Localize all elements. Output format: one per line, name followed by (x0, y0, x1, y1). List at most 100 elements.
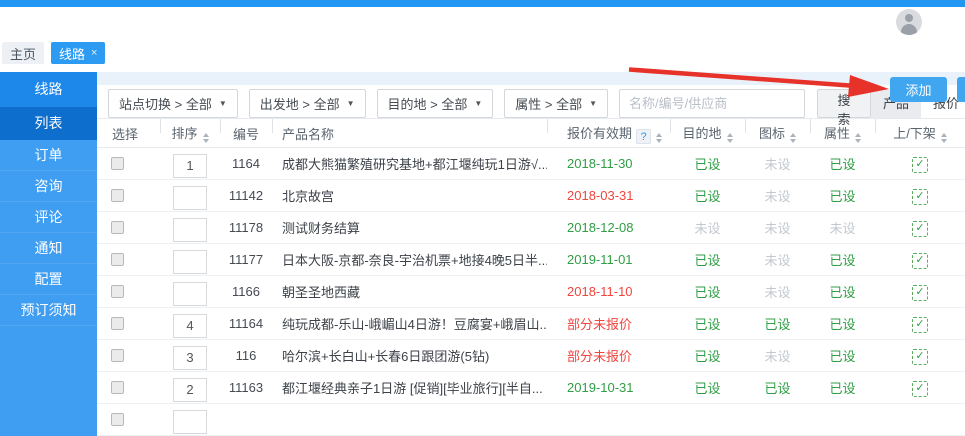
column-header-validity: 报价有效期? (547, 119, 670, 148)
row-checkbox[interactable] (111, 381, 124, 394)
cell-code: 1166 (220, 276, 272, 308)
sort-icon[interactable] (727, 133, 733, 143)
column-label: 属性 (824, 126, 850, 141)
user-icon-head (905, 14, 913, 22)
filter-label: 出发地 > 全部 (260, 94, 340, 113)
sort-icon[interactable] (656, 133, 662, 143)
sidebar-item-booking-notes[interactable]: 预订须知 (0, 295, 97, 326)
filter-dropdown-attribute[interactable]: 属性 > 全部▼ (504, 89, 608, 118)
cell-publish: ✓ (875, 340, 965, 372)
cell-attribute: 已设 (810, 340, 875, 372)
row-checkbox[interactable] (111, 349, 124, 362)
edge-button-partial[interactable] (957, 77, 965, 102)
column-header-attribute: 属性 (810, 119, 875, 148)
table-body: 1164成都大熊猫繁殖研究基地+都江堰纯玩1日游√...2018-11-30已设… (97, 148, 965, 436)
cell-validity (547, 404, 670, 436)
sort-icon[interactable] (203, 133, 209, 143)
sort-order-input[interactable] (173, 378, 207, 402)
sort-order-input[interactable] (173, 282, 207, 306)
sort-up-arrow (941, 133, 947, 137)
main-layout: 线路列表订单咨询评论通知配置预订须知 添加 站点切换 > 全部 ▼ 出发地 > 全部… (0, 72, 965, 436)
published-check-icon[interactable]: ✓ (912, 285, 928, 301)
published-check-icon[interactable]: ✓ (912, 221, 928, 237)
sort-icon[interactable] (941, 133, 947, 143)
sort-icon[interactable] (790, 133, 796, 143)
sort-order-input[interactable] (173, 346, 207, 370)
row-checkbox[interactable] (111, 157, 124, 170)
cell-validity: 部分未报价 (547, 308, 670, 340)
published-check-icon[interactable]: ✓ (912, 157, 928, 173)
cell-destination: 已设 (670, 148, 745, 180)
cell-code: 1164 (220, 148, 272, 180)
table-row: 11163都江堰经典亲子1日游 [促销][毕业旅行][半自...2019-10-… (97, 372, 965, 404)
sort-up-arrow (855, 133, 861, 137)
row-checkbox[interactable] (111, 413, 124, 426)
cell-icon: 未设 (745, 212, 810, 244)
filter-dropdown-departure[interactable]: 出发地 > 全部▼ (249, 89, 366, 118)
sidebar-item-list[interactable]: 列表 (0, 107, 97, 140)
sort-order-input[interactable] (173, 186, 207, 210)
cell-sort (160, 404, 220, 436)
search-input[interactable] (619, 89, 805, 118)
cell-attribute: 已设 (810, 180, 875, 212)
row-checkbox[interactable] (111, 221, 124, 234)
sort-order-input[interactable] (173, 250, 207, 274)
sort-order-input[interactable] (173, 410, 207, 434)
published-check-icon[interactable]: ✓ (912, 381, 928, 397)
validity-value: 部分未报价 (567, 349, 632, 364)
sort-order-input[interactable] (173, 314, 207, 338)
cell-product-name: 都江堰经典亲子1日游 [促销][毕业旅行][半自... (272, 372, 547, 404)
help-icon[interactable]: ? (636, 129, 651, 144)
sort-up-arrow (790, 133, 796, 137)
column-label: 图标 (759, 126, 785, 141)
tab-label: 线路 (59, 44, 85, 63)
published-check-icon[interactable]: ✓ (912, 349, 928, 365)
products-table: 选择排序编号产品名称报价有效期?目的地图标属性上/下架 1164成都大熊猫繁殖研… (97, 118, 965, 436)
row-checkbox[interactable] (111, 317, 124, 330)
cell-icon: 未设 (745, 148, 810, 180)
sidebar-item-orders[interactable]: 订单 (0, 140, 97, 171)
close-icon[interactable]: × (91, 47, 97, 59)
status-set: 已设 (694, 317, 720, 332)
row-checkbox[interactable] (111, 285, 124, 298)
user-avatar[interactable] (896, 9, 922, 35)
sidebar: 线路列表订单咨询评论通知配置预订须知 (0, 72, 97, 436)
cell-icon: 未设 (745, 276, 810, 308)
sidebar-item-routes[interactable]: 线路 (0, 72, 97, 107)
row-checkbox[interactable] (111, 253, 124, 266)
sidebar-item-comments[interactable]: 评论 (0, 202, 97, 233)
sidebar-item-notices[interactable]: 通知 (0, 233, 97, 264)
add-button[interactable]: 添加 (890, 77, 947, 102)
status-set: 已设 (829, 349, 855, 364)
filter-dropdown-destination[interactable]: 目的地 > 全部▼ (377, 89, 494, 118)
status-set: 已设 (694, 253, 720, 268)
sidebar-item-consult[interactable]: 咨询 (0, 171, 97, 202)
cell-destination: 已设 (670, 180, 745, 212)
published-check-icon[interactable]: ✓ (912, 317, 928, 333)
tab-routes[interactable]: 线路 × (51, 42, 105, 64)
cell-destination: 已设 (670, 340, 745, 372)
column-label: 选择 (112, 127, 138, 142)
sort-order-input[interactable] (173, 218, 207, 242)
sidebar-item-config[interactable]: 配置 (0, 264, 97, 295)
cell-destination: 已设 (670, 244, 745, 276)
search-button[interactable]: 搜索 (817, 89, 871, 118)
cell-icon (745, 404, 810, 436)
caret-down-icon: ▼ (219, 99, 227, 108)
cell-sort (160, 340, 220, 372)
column-header-destination: 目的地 (670, 119, 745, 148)
cell-attribute: 已设 (810, 276, 875, 308)
published-check-icon[interactable]: ✓ (912, 189, 928, 205)
sort-icon[interactable] (855, 133, 861, 143)
cell-sort (160, 212, 220, 244)
cell-select (97, 340, 160, 372)
cell-code: 116 (220, 340, 272, 372)
filter-label: 站点切换 > 全部 (119, 94, 212, 113)
header (0, 7, 965, 42)
tab-home[interactable]: 主页 (2, 42, 44, 64)
row-checkbox[interactable] (111, 189, 124, 202)
table-row: 116哈尔滨+长白山+长春6日跟团游(5钻)部分未报价已设未设已设✓ (97, 340, 965, 372)
published-check-icon[interactable]: ✓ (912, 253, 928, 269)
sort-order-input[interactable] (173, 154, 207, 178)
filter-dropdown-site-switch[interactable]: 站点切换 > 全部 ▼ (108, 89, 238, 118)
